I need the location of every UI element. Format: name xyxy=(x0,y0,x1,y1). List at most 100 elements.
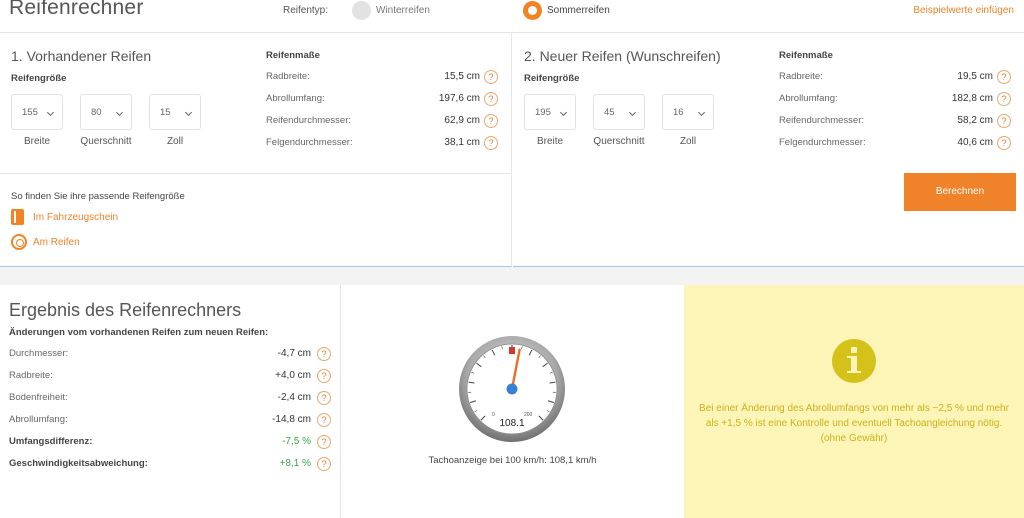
existing-dim-row: Radbreite: 15,5 cm ? xyxy=(266,69,498,85)
new-size-label: Reifengröße xyxy=(524,73,580,84)
dim-value: 40,6 cm xyxy=(957,137,993,148)
existing-width-value: 155 xyxy=(22,107,38,118)
result-value: +4,0 cm xyxy=(275,370,311,381)
help-icon[interactable]: ? xyxy=(484,114,498,128)
speedometer-caption: Tachoanzeige bei 100 km/h: 108,1 km/h xyxy=(428,455,597,466)
result-value: -4,7 cm xyxy=(277,348,311,359)
help-icon[interactable]: ? xyxy=(997,70,1011,84)
new-profile-value: 45 xyxy=(604,107,615,118)
result-label: Umfangsdifferenz: xyxy=(9,436,93,447)
result-label: Bodenfreiheit: xyxy=(9,392,68,403)
result-row: Umfangsdifferenz: -7,5 % ? xyxy=(9,434,331,450)
info-icon xyxy=(832,339,876,383)
existing-dim-row: Felgendurchmesser: 38,1 cm ? xyxy=(266,135,498,151)
existing-inch-value: 15 xyxy=(160,107,171,118)
help-icon[interactable]: ? xyxy=(484,136,498,150)
info-text: Bei einer Änderung des Abrollumfangs von… xyxy=(698,401,1010,446)
new-inch-select[interactable]: 16 xyxy=(662,94,714,130)
result-row: Abrollumfang: -14,8 cm ? xyxy=(9,412,331,428)
calculate-button[interactable]: Berechnen xyxy=(904,173,1016,211)
help-icon[interactable]: ? xyxy=(997,136,1011,150)
dim-label: Radbreite: xyxy=(266,71,310,82)
new-width-value: 195 xyxy=(535,107,551,118)
dim-label: Reifendurchmesser: xyxy=(779,115,865,126)
help-icon[interactable]: ? xyxy=(317,347,331,361)
dim-value: 38,1 cm xyxy=(444,137,480,148)
existing-tire-panel: 1. Vorhandener Reifen Reifengröße 155 80… xyxy=(0,33,512,267)
existing-inch-caption: Zoll xyxy=(166,136,184,147)
help-icon[interactable]: ? xyxy=(997,114,1011,128)
info-note: (ohne Gewähr) xyxy=(820,433,888,444)
help-icon[interactable]: ? xyxy=(317,413,331,427)
help-icon[interactable]: ? xyxy=(484,92,498,106)
existing-dims-heading: Reifenmaße xyxy=(266,50,320,61)
dim-label: Reifendurchmesser: xyxy=(266,115,352,126)
chevron-down-icon xyxy=(697,108,706,117)
result-row: Geschwindigkeitsabweichung: +8,1 % ? xyxy=(9,456,331,472)
chevron-down-icon xyxy=(628,108,637,117)
new-inch-value: 16 xyxy=(673,107,684,118)
help-icon[interactable]: ? xyxy=(997,92,1011,106)
document-icon xyxy=(11,209,24,225)
winter-radio[interactable] xyxy=(352,1,371,20)
vehicle-registration-link[interactable]: Im Fahrzeugschein xyxy=(33,212,118,223)
summer-radio[interactable] xyxy=(523,1,542,20)
new-profile-select[interactable]: 45 xyxy=(593,94,645,130)
gauge-min-label: 0 xyxy=(492,412,495,418)
find-size-heading: So finden Sie ihre passende Reifengröße xyxy=(11,191,185,202)
existing-profile-caption: Querschnitt xyxy=(80,136,132,147)
help-icon[interactable]: ? xyxy=(317,391,331,405)
winter-radio-label[interactable]: Winterreifen xyxy=(376,5,430,16)
result-row: Durchmesser: -4,7 cm ? xyxy=(9,346,331,362)
result-row: Bodenfreiheit: -2,4 cm ? xyxy=(9,390,331,406)
new-width-select[interactable]: 195 xyxy=(524,94,576,130)
help-icon[interactable]: ? xyxy=(317,435,331,449)
existing-size-label: Reifengröße xyxy=(11,73,67,84)
result-label: Abrollumfang: xyxy=(9,414,68,425)
section-gap xyxy=(0,267,1024,285)
tire-icon xyxy=(11,234,27,250)
gauge-reading: 108.1 xyxy=(499,418,524,429)
gauge-max-label: 200 xyxy=(524,412,533,418)
dim-value: 15,5 cm xyxy=(444,71,480,82)
insert-example-values-link[interactable]: Beispielwerte einfügen xyxy=(913,5,1014,16)
result-subtitle: Änderungen vom vorhandenen Reifen zum ne… xyxy=(9,327,269,338)
help-icon[interactable]: ? xyxy=(484,70,498,84)
existing-profile-value: 80 xyxy=(91,107,102,118)
result-value: -14,8 cm xyxy=(272,414,311,425)
chevron-down-icon xyxy=(559,108,568,117)
summer-radio-label[interactable]: Sommerreifen xyxy=(547,5,610,16)
chevron-down-icon xyxy=(115,108,124,117)
new-dim-row: Radbreite: 19,5 cm ? xyxy=(779,69,1011,85)
existing-profile-select[interactable]: 80 xyxy=(80,94,132,130)
on-tire-link[interactable]: Am Reifen xyxy=(33,237,80,248)
chevron-down-icon xyxy=(46,108,55,117)
existing-inch-select[interactable]: 15 xyxy=(149,94,201,130)
speedometer-gauge: 0 200 108.1 xyxy=(459,336,565,442)
page-title: Reifenrechner xyxy=(9,0,144,19)
speedometer-panel: 0 200 108.1 Tachoanzeige bei 100 km/h: 1… xyxy=(341,285,684,518)
dim-label: Abrollumfang: xyxy=(779,93,838,104)
new-profile-caption: Querschnitt xyxy=(593,136,645,147)
new-width-caption: Breite xyxy=(536,136,564,147)
new-dim-row: Abrollumfang: 182,8 cm ? xyxy=(779,91,1011,107)
dim-value: 19,5 cm xyxy=(957,71,993,82)
info-panel: Bei einer Änderung des Abrollumfangs von… xyxy=(684,285,1024,518)
existing-width-select[interactable]: 155 xyxy=(11,94,63,130)
dim-label: Felgendurchmesser: xyxy=(266,137,353,148)
dim-value: 62,9 cm xyxy=(444,115,480,126)
result-row: Radbreite: +4,0 cm ? xyxy=(9,368,331,384)
existing-dim-row: Abrollumfang: 197,6 cm ? xyxy=(266,91,498,107)
help-icon[interactable]: ? xyxy=(317,457,331,471)
result-value: -7,5 % xyxy=(282,436,311,447)
result-title: Ergebnis des Reifenrechners xyxy=(9,300,242,320)
dim-value: 58,2 cm xyxy=(957,115,993,126)
chevron-down-icon xyxy=(184,108,193,117)
info-message: Bei einer Änderung des Abrollumfangs von… xyxy=(699,403,1009,429)
header-bar: Reifenrechner Reifentyp: Winterreifen So… xyxy=(0,0,1024,33)
divider xyxy=(0,173,512,174)
result-label: Geschwindigkeitsabweichung: xyxy=(9,458,148,469)
help-icon[interactable]: ? xyxy=(317,369,331,383)
result-value: -2,4 cm xyxy=(277,392,311,403)
dim-value: 197,6 cm xyxy=(438,93,480,104)
